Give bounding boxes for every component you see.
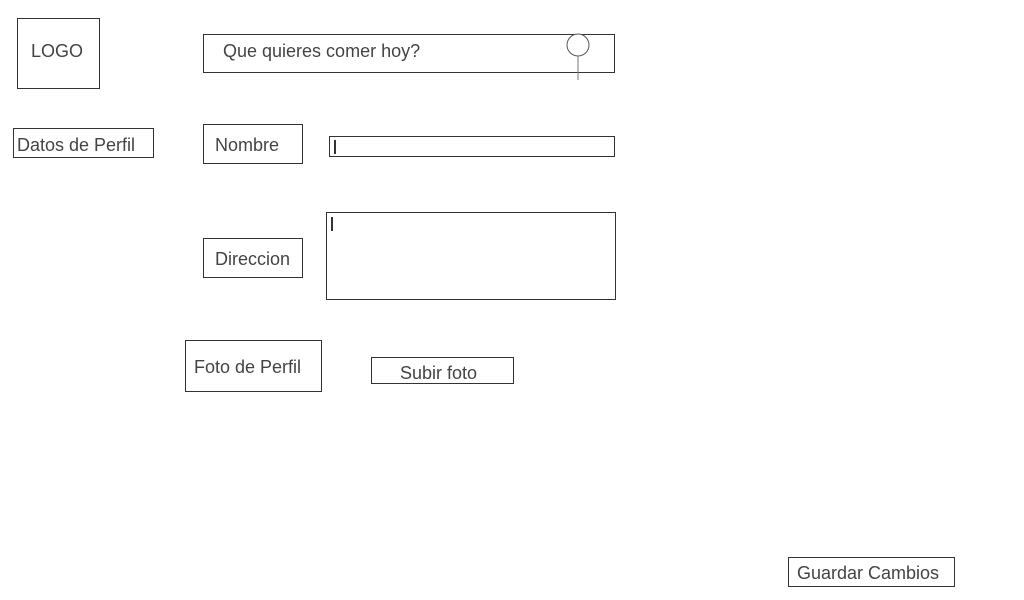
search-bar[interactable]: Que quieres comer hoy? xyxy=(203,34,615,73)
address-label: Direccion xyxy=(215,249,291,269)
profile-data-menu-item[interactable]: Datos de Perfil xyxy=(13,128,154,158)
search-placeholder: Que quieres comer hoy? xyxy=(223,41,421,61)
address-label-box: Direccion xyxy=(203,238,303,278)
save-changes-button[interactable]: Guardar Cambios xyxy=(788,557,955,587)
profile-photo-label-box: Foto de Perfil xyxy=(185,340,322,392)
upload-photo-label: Subir foto xyxy=(400,363,478,383)
name-label-box: Nombre xyxy=(203,124,303,164)
profile-data-label: Datos de Perfil xyxy=(17,135,136,155)
name-input-caret xyxy=(334,140,336,154)
address-textarea-caret xyxy=(331,217,333,231)
name-label: Nombre xyxy=(215,135,280,155)
logo: LOGO xyxy=(17,18,100,89)
address-textarea[interactable] xyxy=(326,212,616,300)
logo-text: LOGO xyxy=(31,41,84,61)
upload-photo-button[interactable]: Subir foto xyxy=(371,357,514,384)
name-input[interactable] xyxy=(329,136,615,157)
save-changes-label: Guardar Cambios xyxy=(797,563,940,583)
profile-photo-label: Foto de Perfil xyxy=(194,357,302,377)
search-icon[interactable] xyxy=(565,33,591,81)
